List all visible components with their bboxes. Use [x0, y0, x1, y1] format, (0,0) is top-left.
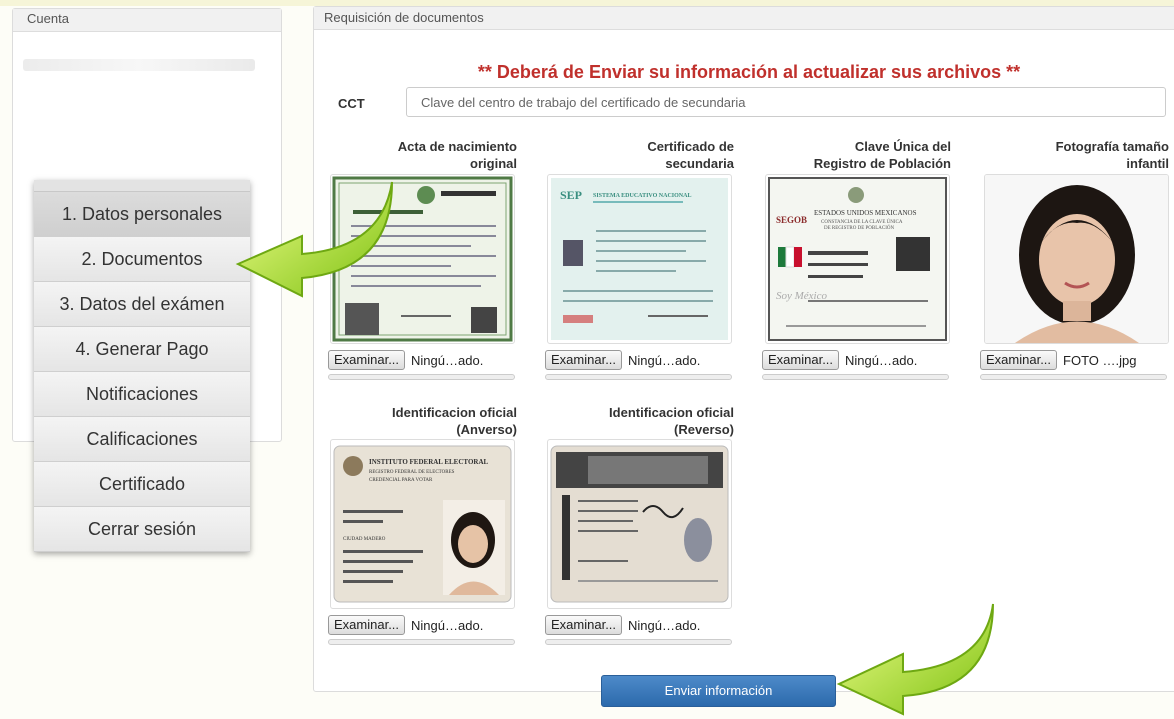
doc-title-fotografia: Fotografía tamaño infantil	[1055, 139, 1169, 171]
file-input-curp: Examinar... Ningú…ado.	[762, 349, 917, 371]
nav-item-certificado[interactable]: Certificado	[34, 462, 250, 507]
file-name-curp: Ningú…ado.	[845, 352, 918, 368]
cct-input[interactable]	[406, 87, 1166, 117]
documents-panel: Requisición de documentos ** Deberá de E…	[313, 6, 1174, 707]
curp-image: ESTADOS UNIDOS MEXICANOS CONSTANCIA DE L…	[768, 177, 947, 341]
svg-text:INSTITUTO FEDERAL ELECTORAL: INSTITUTO FEDERAL ELECTORAL	[369, 458, 488, 466]
nav-item-datos-personales[interactable]: 1. Datos personales	[34, 192, 250, 237]
curp-preview: ESTADOS UNIDOS MEXICANOS CONSTANCIA DE L…	[765, 174, 950, 344]
account-name-blurred	[23, 59, 255, 71]
file-input-foto: Examinar... FOTO ….jpg	[980, 349, 1136, 371]
file-name-ine-anverso: Ningú…ado.	[411, 617, 484, 633]
file-name-foto: FOTO ….jpg	[1063, 352, 1137, 368]
green-arrow-submit-icon	[836, 603, 994, 716]
ine-reverso-preview	[547, 439, 732, 609]
svg-text:SISTEMA EDUCATIVO NACIONAL: SISTEMA EDUCATIVO NACIONAL	[593, 193, 691, 199]
nav-item-documentos[interactable]: 2. Documentos	[34, 237, 250, 282]
nav-item-calificaciones[interactable]: Calificaciones	[34, 417, 250, 462]
sidebar-nav: 1. Datos personales 2. Documentos 3. Dat…	[34, 180, 250, 552]
progress-bar-acta	[328, 374, 515, 380]
nav-item-datos-examen[interactable]: 3. Datos del exámen	[34, 282, 250, 327]
doc-title-certificado: Certificado de secundaria	[647, 139, 734, 171]
file-input-ine-anverso: Examinar... Ningú…ado.	[328, 614, 483, 636]
ine-front-image: INSTITUTO FEDERAL ELECTORAL REGISTRO FED…	[333, 445, 512, 603]
nav-item-notificaciones[interactable]: Notificaciones	[34, 372, 250, 417]
cct-label: CCT	[338, 96, 365, 111]
portrait-photo-image	[985, 175, 1168, 343]
doc-title-acta: Acta de nacimiento original	[397, 139, 517, 171]
svg-text:CIUDAD MADERO: CIUDAD MADERO	[343, 537, 386, 542]
progress-bar-ine-reverso	[545, 639, 732, 645]
browse-button-curp[interactable]: Examinar...	[762, 350, 840, 370]
svg-text:CONSTANCIA DE LA CLAVE ÚNICA: CONSTANCIA DE LA CLAVE ÚNICA	[821, 219, 903, 225]
progress-bar-ine-anverso	[328, 639, 515, 645]
svg-text:DE REGISTRO DE POBLACIÓN: DE REGISTRO DE POBLACIÓN	[824, 225, 895, 231]
submit-button[interactable]: Enviar información	[601, 675, 836, 707]
nav-item-generar-pago[interactable]: 4. Generar Pago	[34, 327, 250, 372]
update-notice: ** Deberá de Enviar su información al ac…	[477, 62, 1021, 82]
file-input-acta: Examinar... Ningú…ado.	[328, 349, 483, 371]
ine-anverso-preview: INSTITUTO FEDERAL ELECTORAL REGISTRO FED…	[330, 439, 515, 609]
file-name-acta: Ningú…ado.	[411, 352, 484, 368]
svg-text:SEP: SEP	[560, 188, 582, 202]
browse-button-foto[interactable]: Examinar...	[980, 350, 1058, 370]
file-input-certificado: Examinar... Ningú…ado.	[545, 349, 700, 371]
browse-button-ine-reverso[interactable]: Examinar...	[545, 615, 623, 635]
progress-bar-foto	[980, 374, 1167, 380]
svg-text:ESTADOS UNIDOS MEXICANOS: ESTADOS UNIDOS MEXICANOS	[814, 209, 917, 217]
svg-text:REGISTRO FEDERAL DE ELECTORES: REGISTRO FEDERAL DE ELECTORES	[369, 470, 455, 475]
nav-item-cerrar-sesion[interactable]: Cerrar sesión	[34, 507, 250, 552]
doc-title-curp: Clave Única del Registro de Población	[813, 139, 951, 171]
file-name-ine-reverso: Ningú…ado.	[628, 617, 701, 633]
file-input-ine-reverso: Examinar... Ningú…ado.	[545, 614, 700, 636]
progress-bar-certificado	[545, 374, 732, 380]
certificado-preview: SEP SISTEMA EDUCATIVO NACIONAL	[547, 174, 732, 344]
browse-button-certificado[interactable]: Examinar...	[545, 350, 623, 370]
panel-title: Requisición de documentos	[314, 7, 1174, 30]
nav-top-bar	[34, 180, 250, 192]
doc-title-ine-anverso: Identificacion oficial (Anverso)	[392, 405, 517, 437]
foto-preview	[984, 174, 1169, 344]
svg-text:SEGOB: SEGOB	[776, 215, 807, 225]
secundaria-certificate-image: SEP SISTEMA EDUCATIVO NACIONAL	[551, 178, 728, 340]
browse-button-acta[interactable]: Examinar...	[328, 350, 406, 370]
svg-text:CREDENCIAL PARA VOTAR: CREDENCIAL PARA VOTAR	[369, 478, 433, 483]
file-name-certificado: Ningú…ado.	[628, 352, 701, 368]
account-header: Cuenta	[13, 9, 281, 32]
ine-back-image	[550, 445, 729, 603]
browse-button-ine-anverso[interactable]: Examinar...	[328, 615, 406, 635]
progress-bar-curp	[762, 374, 949, 380]
doc-title-ine-reverso: Identificacion oficial (Reverso)	[609, 405, 734, 437]
green-arrow-icon	[235, 181, 393, 298]
